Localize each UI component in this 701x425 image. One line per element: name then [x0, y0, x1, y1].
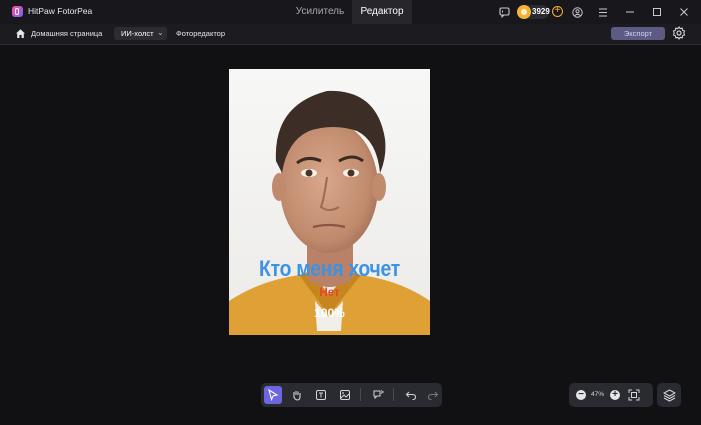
zoom-out-button[interactable]: − — [576, 390, 586, 400]
image-tool-icon[interactable] — [336, 386, 354, 404]
account-icon[interactable] — [571, 6, 583, 18]
app-logo — [12, 6, 23, 17]
toolbar-divider — [393, 388, 394, 401]
ai-chat-icon[interactable] — [369, 386, 387, 404]
overlay-text-title[interactable]: Кто меня хочет — [241, 256, 418, 282]
overlay-text-no[interactable]: Нет — [229, 287, 430, 299]
app-name: HitPaw FotorPea — [28, 6, 93, 16]
select-tool-icon[interactable] — [264, 386, 282, 404]
tab-editor[interactable]: Редактор — [352, 0, 412, 24]
feedback-icon[interactable] — [498, 6, 510, 18]
ai-canvas-label: ИИ-холст — [121, 29, 154, 38]
home-link[interactable]: Домашняя страница — [31, 29, 102, 38]
chevron-down-icon: ⌄ — [157, 28, 164, 37]
text-tool-icon[interactable] — [312, 386, 330, 404]
menu-icon[interactable] — [597, 6, 609, 18]
tab-enhancer[interactable]: Усилитель — [288, 0, 352, 24]
fit-screen-icon[interactable] — [625, 386, 643, 404]
editor-toolbar — [0, 24, 701, 45]
gear-icon[interactable] — [672, 26, 686, 40]
close-icon[interactable] — [678, 6, 690, 18]
coin-icon — [517, 5, 531, 19]
overlay-text-percent[interactable]: 100% — [229, 306, 430, 320]
credits-balance: 3929 — [532, 7, 550, 16]
home-icon[interactable] — [15, 28, 26, 39]
zoom-level: 47% — [591, 391, 605, 398]
breadcrumb-photo-editor: Фоторедактор — [176, 29, 226, 38]
maximize-icon[interactable] — [651, 6, 663, 18]
minimize-icon[interactable] — [624, 6, 636, 18]
redo-icon[interactable] — [424, 386, 442, 404]
undo-icon[interactable] — [402, 386, 420, 404]
photo-canvas[interactable]: Кто меня хочет Нет 100% — [229, 69, 430, 335]
toolbar-divider — [360, 388, 361, 401]
zoom-in-button[interactable]: + — [610, 390, 620, 400]
export-button[interactable]: Экспорт — [611, 27, 665, 40]
hand-tool-icon[interactable] — [288, 386, 306, 404]
add-credits-icon[interactable]: + — [552, 6, 563, 17]
layers-icon[interactable] — [657, 383, 681, 407]
